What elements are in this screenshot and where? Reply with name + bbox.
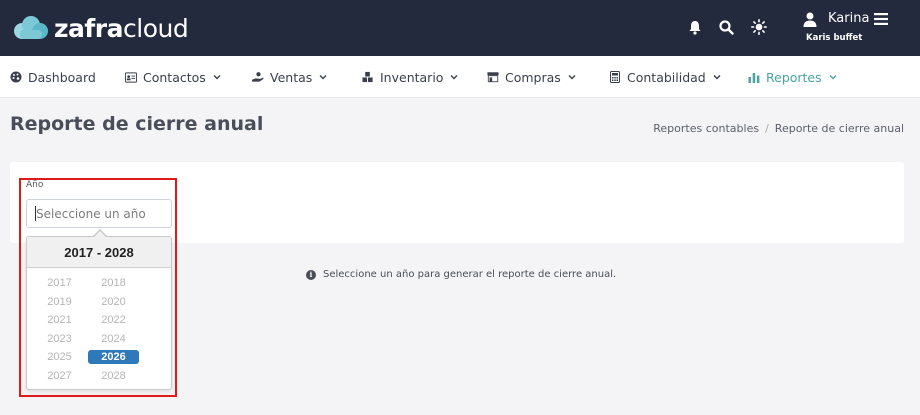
nav-label: Compras bbox=[505, 69, 561, 85]
address-card-icon bbox=[125, 71, 137, 83]
year-option[interactable]: 2017 bbox=[34, 276, 85, 290]
year-label: Año bbox=[26, 180, 44, 190]
search-icon[interactable] bbox=[716, 17, 736, 37]
sun-icon[interactable] bbox=[749, 17, 769, 37]
year-option[interactable]: 2020 bbox=[88, 295, 139, 309]
breadcrumb: Reportes contables / Reporte de cierre a… bbox=[653, 122, 904, 135]
main-nav: Dashboard Contactos Ventas Inventario Co… bbox=[0, 56, 920, 98]
page-title: Reporte de cierre anual bbox=[10, 113, 264, 135]
top-header: zafracloud Karina Karis buffet bbox=[0, 0, 920, 56]
year-option[interactable]: 2028 bbox=[88, 369, 139, 383]
info-icon: i bbox=[306, 269, 316, 280]
logo-text-bold: zafra bbox=[54, 13, 124, 43]
year-option-selected[interactable]: 2026 bbox=[88, 350, 139, 364]
year-option[interactable]: 2019 bbox=[34, 295, 85, 309]
store-icon bbox=[487, 71, 499, 83]
chevron-down-icon bbox=[829, 73, 837, 81]
nav-compras[interactable]: Compras bbox=[487, 56, 576, 98]
calculator-icon bbox=[609, 71, 621, 83]
menu-icon[interactable] bbox=[873, 11, 889, 27]
nav-reportes[interactable]: Reportes bbox=[748, 56, 837, 98]
nav-label: Reportes bbox=[766, 69, 822, 85]
breadcrumb-current: Reporte de cierre anual bbox=[774, 122, 904, 135]
chevron-down-icon bbox=[319, 73, 327, 81]
nav-label: Dashboard bbox=[28, 69, 96, 85]
year-option[interactable]: 2027 bbox=[34, 369, 85, 383]
nav-label: Ventas bbox=[270, 69, 313, 85]
cloud-icon bbox=[10, 14, 50, 42]
logo-text: zafracloud bbox=[54, 13, 189, 43]
chevron-down-icon bbox=[568, 73, 576, 81]
nav-inventario[interactable]: Inventario bbox=[362, 56, 458, 98]
year-option[interactable]: 2021 bbox=[34, 313, 85, 327]
logo-text-light: cloud bbox=[123, 13, 189, 43]
text-cursor bbox=[35, 206, 36, 221]
nav-contactos[interactable]: Contactos bbox=[125, 56, 221, 98]
bell-icon[interactable] bbox=[685, 17, 705, 37]
nav-label: Inventario bbox=[380, 69, 444, 85]
nav-dashboard[interactable]: Dashboard bbox=[10, 56, 96, 98]
year-option[interactable]: 2025 bbox=[34, 350, 85, 364]
year-option[interactable]: 2018 bbox=[88, 276, 139, 290]
info-text: Seleccione un año para generar el report… bbox=[323, 269, 617, 280]
year-option[interactable]: 2023 bbox=[34, 332, 85, 346]
user-icon[interactable] bbox=[802, 11, 818, 27]
year-input[interactable] bbox=[26, 199, 172, 228]
company-name: Karis buffet bbox=[806, 33, 863, 43]
nav-label: Contactos bbox=[143, 69, 206, 85]
breadcrumb-separator: / bbox=[765, 122, 769, 135]
picker-arrow-inner bbox=[94, 231, 106, 237]
chevron-down-icon bbox=[213, 73, 221, 81]
boxes-icon bbox=[362, 71, 374, 83]
chevron-down-icon bbox=[713, 73, 721, 81]
hand-coin-icon bbox=[252, 71, 264, 83]
info-message: i Seleccione un año para generar el repo… bbox=[306, 269, 616, 280]
palette-icon bbox=[10, 71, 22, 83]
nav-ventas[interactable]: Ventas bbox=[252, 56, 327, 98]
year-option[interactable]: 2022 bbox=[88, 313, 139, 327]
nav-label: Contabilidad bbox=[627, 69, 706, 85]
user-name[interactable]: Karina bbox=[828, 11, 869, 26]
year-option[interactable]: 2024 bbox=[88, 332, 139, 346]
breadcrumb-reportes-contables[interactable]: Reportes contables bbox=[653, 122, 759, 135]
chevron-down-icon bbox=[450, 73, 458, 81]
year-picker: 2017 - 2028 2017 2018 2019 2020 2021 202… bbox=[26, 236, 172, 390]
nav-contabilidad[interactable]: Contabilidad bbox=[609, 56, 721, 98]
bar-chart-icon bbox=[748, 71, 760, 83]
year-range-header[interactable]: 2017 - 2028 bbox=[27, 237, 171, 268]
zafracloud-logo[interactable]: zafracloud bbox=[10, 12, 189, 44]
